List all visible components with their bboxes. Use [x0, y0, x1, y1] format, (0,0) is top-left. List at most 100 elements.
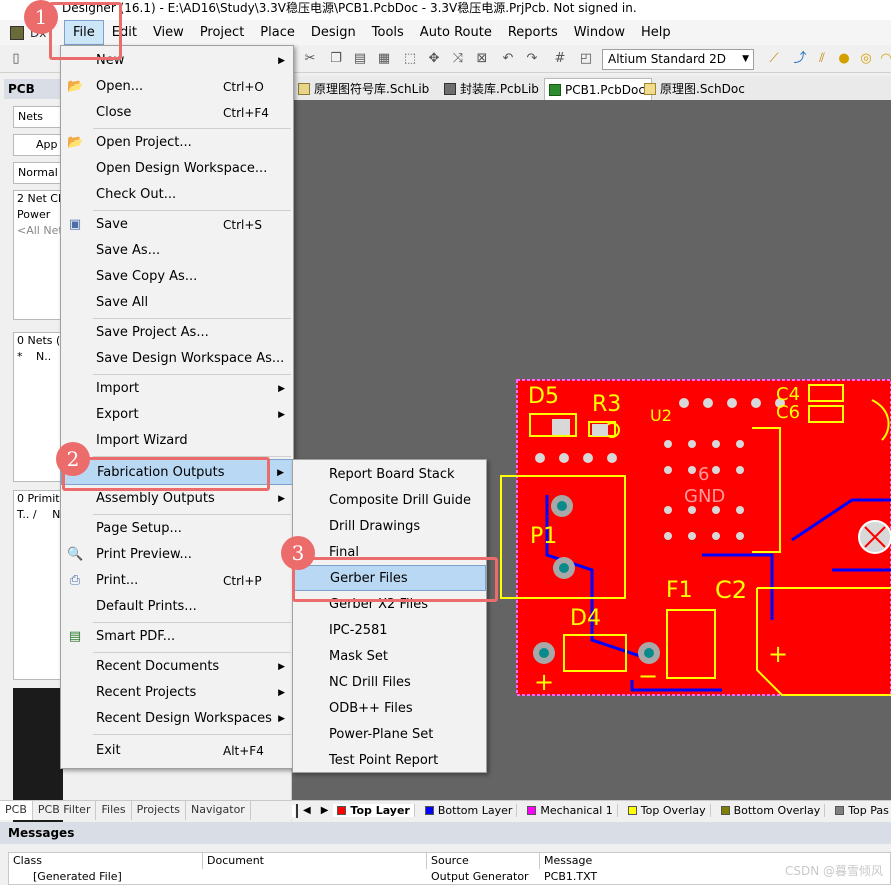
menu-item-smart-pdf[interactable]: ▤ Smart PDF... [61, 624, 293, 650]
menu-item-open-project[interactable]: 📂 Open Project... [61, 130, 293, 156]
menu-item-default-prints[interactable]: Default Prints... [61, 594, 293, 620]
tab-navigator[interactable]: Navigator [186, 801, 251, 820]
list-item[interactable]: 2 Net Cl [14, 191, 62, 207]
menu-item-recent-documents[interactable]: Recent Documents ▶ [61, 654, 293, 680]
message-source[interactable]: Output Generator [427, 869, 529, 885]
list-item[interactable]: <All Net [14, 223, 62, 239]
view-config-icon[interactable]: ◰ [578, 51, 594, 67]
submenu-item-composite-drill-guide[interactable]: Composite Drill Guide [293, 488, 486, 514]
move-icon[interactable]: ✥ [426, 51, 442, 67]
pcb-label-gnd: GND [684, 486, 726, 507]
copy-icon[interactable]: ❐ [328, 51, 344, 67]
submenu-item-drill-drawings[interactable]: Drill Drawings [293, 514, 486, 540]
menu-item-recent-projects[interactable]: Recent Projects ▶ [61, 680, 293, 706]
menu-item-save-project-as[interactable]: Save Project As... [61, 320, 293, 346]
column-header[interactable]: Source [427, 853, 540, 869]
menu-item-page-setup[interactable]: Page Setup... [61, 516, 293, 542]
tab-pcb[interactable]: PCB [0, 801, 33, 820]
interactive-route-icon[interactable]: ⟋ [766, 51, 782, 67]
apply-button[interactable]: App [13, 134, 63, 156]
menu-item-save-workspace-as[interactable]: Save Design Workspace As... [61, 346, 293, 372]
column-header[interactable]: T.. / [17, 508, 37, 521]
pcb-label-d4: D4 [570, 606, 601, 631]
menu-project[interactable]: Project [192, 20, 252, 45]
chevron-down-icon: ▼ [742, 54, 749, 64]
menu-item-save-as[interactable]: Save As... [61, 238, 293, 264]
column-header[interactable]: Document [203, 853, 427, 869]
menu-item-print-preview[interactable]: 🔍 Print Preview... [61, 542, 293, 568]
tab-files[interactable]: Files [96, 801, 132, 820]
column-header[interactable]: Class [9, 853, 203, 869]
menu-item-check-out[interactable]: Check Out... [61, 182, 293, 208]
menu-window[interactable]: Window [566, 20, 633, 45]
place-arc-icon[interactable]: ◠ [878, 51, 891, 67]
tab-pcblib[interactable]: 封装库.PcbLib [440, 78, 545, 100]
layer-prev-icon[interactable]: ◀ [303, 805, 311, 816]
view-mode-select[interactable]: Altium Standard 2D ▼ [602, 49, 754, 70]
column-header[interactable]: * [17, 350, 23, 363]
tab-pcb-filter[interactable]: PCB Filter [33, 801, 97, 820]
clear-filter-icon[interactable]: ⊠ [474, 51, 490, 67]
nets-select[interactable]: Nets [13, 106, 63, 128]
new-doc-icon[interactable]: ▯ [8, 51, 24, 67]
messages-panel: Messages Class Document Source Message [… [0, 822, 891, 885]
submenu-item-mask-set[interactable]: Mask Set [293, 644, 486, 670]
route-diff-icon[interactable]: ⤴ [792, 51, 808, 67]
route-bus-icon[interactable]: ⫽ [814, 51, 830, 67]
layer-next-icon[interactable]: ▶ [321, 805, 329, 816]
submenu-item-nc-drill-files[interactable]: NC Drill Files [293, 670, 486, 696]
menu-item-open[interactable]: 📂 Open... Ctrl+O [61, 74, 293, 100]
submenu-item-report-board-stack[interactable]: Report Board Stack [293, 462, 486, 488]
cut-icon[interactable]: ✂ [302, 51, 318, 67]
menu-item-save-copy-as[interactable]: Save Copy As... [61, 264, 293, 290]
grid-icon[interactable]: # [552, 51, 568, 67]
menu-view[interactable]: View [145, 20, 192, 45]
layer-tab-mechanical-1[interactable]: Mechanical 1 [523, 804, 618, 817]
menu-item-open-workspace[interactable]: Open Design Workspace... [61, 156, 293, 182]
menu-item-export[interactable]: Export ▶ [61, 402, 293, 428]
paste-icon[interactable]: ▤ [352, 51, 368, 67]
menu-item-save[interactable]: ▣ Save Ctrl+S [61, 212, 293, 238]
tab-pcbdoc[interactable]: PCB1.PcbDoc [544, 78, 652, 100]
layer-tab-top-overlay[interactable]: Top Overlay [624, 804, 711, 817]
current-layer-swatch[interactable]: LS [292, 803, 298, 818]
primitives-list[interactable]: 0 Primiti T.. / N [13, 490, 63, 680]
mode-select[interactable]: Normal [13, 162, 63, 184]
select-area-icon[interactable]: ⬚ [402, 51, 418, 67]
layer-tab-bottom-layer[interactable]: Bottom Layer [421, 804, 518, 817]
menu-item-recent-workspaces[interactable]: Recent Design Workspaces ▶ [61, 706, 293, 732]
menu-help[interactable]: Help [633, 20, 679, 45]
submenu-item-odb-files[interactable]: ODB++ Files [293, 696, 486, 722]
menu-item-exit[interactable]: Exit Alt+F4 [61, 738, 293, 764]
list-item[interactable]: Power [14, 207, 62, 223]
submenu-item-test-point-report[interactable]: Test Point Report [293, 748, 486, 774]
deselect-icon[interactable]: ⤨ [450, 51, 466, 67]
redo-icon[interactable]: ↷ [524, 51, 540, 67]
menu-reports[interactable]: Reports [500, 20, 566, 45]
tab-projects[interactable]: Projects [132, 801, 186, 820]
layer-tab-top-paste[interactable]: Top Pas [831, 804, 891, 817]
menu-tools[interactable]: Tools [364, 20, 412, 45]
menu-item-import[interactable]: Import ▶ [61, 376, 293, 402]
stamp-icon[interactable]: ▦ [376, 51, 392, 67]
menu-item-import-wizard[interactable]: Import Wizard [61, 428, 293, 454]
menu-item-print[interactable]: ⎙ Print... Ctrl+P [61, 568, 293, 594]
submenu-item-ipc-2581[interactable]: IPC-2581 [293, 618, 486, 644]
tab-schdoc[interactable]: 原理图.SchDoc [640, 78, 751, 100]
menu-place[interactable]: Place [252, 20, 303, 45]
message-text[interactable]: PCB1.TXT [540, 869, 597, 885]
undo-icon[interactable]: ↶ [500, 51, 516, 67]
layer-tab-bottom-overlay[interactable]: Bottom Overlay [717, 804, 826, 817]
place-via-icon[interactable]: ◎ [858, 51, 874, 67]
submenu-item-power-plane-set[interactable]: Power-Plane Set [293, 722, 486, 748]
column-header[interactable]: N.. [36, 350, 51, 363]
message-class[interactable]: [Generated File] [29, 869, 122, 885]
tab-schlib[interactable]: 原理图符号库.SchLib [294, 78, 435, 100]
place-pad-icon[interactable]: ● [836, 51, 852, 67]
menu-item-save-all[interactable]: Save All [61, 290, 293, 316]
menu-design[interactable]: Design [303, 20, 364, 45]
layer-tab-top-layer[interactable]: Top Layer [333, 804, 415, 817]
menu-auto-route[interactable]: Auto Route [412, 20, 500, 45]
menu-item-close[interactable]: Close Ctrl+F4 [61, 100, 293, 126]
net-class-list[interactable]: 2 Net Cl Power <All Net [13, 190, 63, 320]
